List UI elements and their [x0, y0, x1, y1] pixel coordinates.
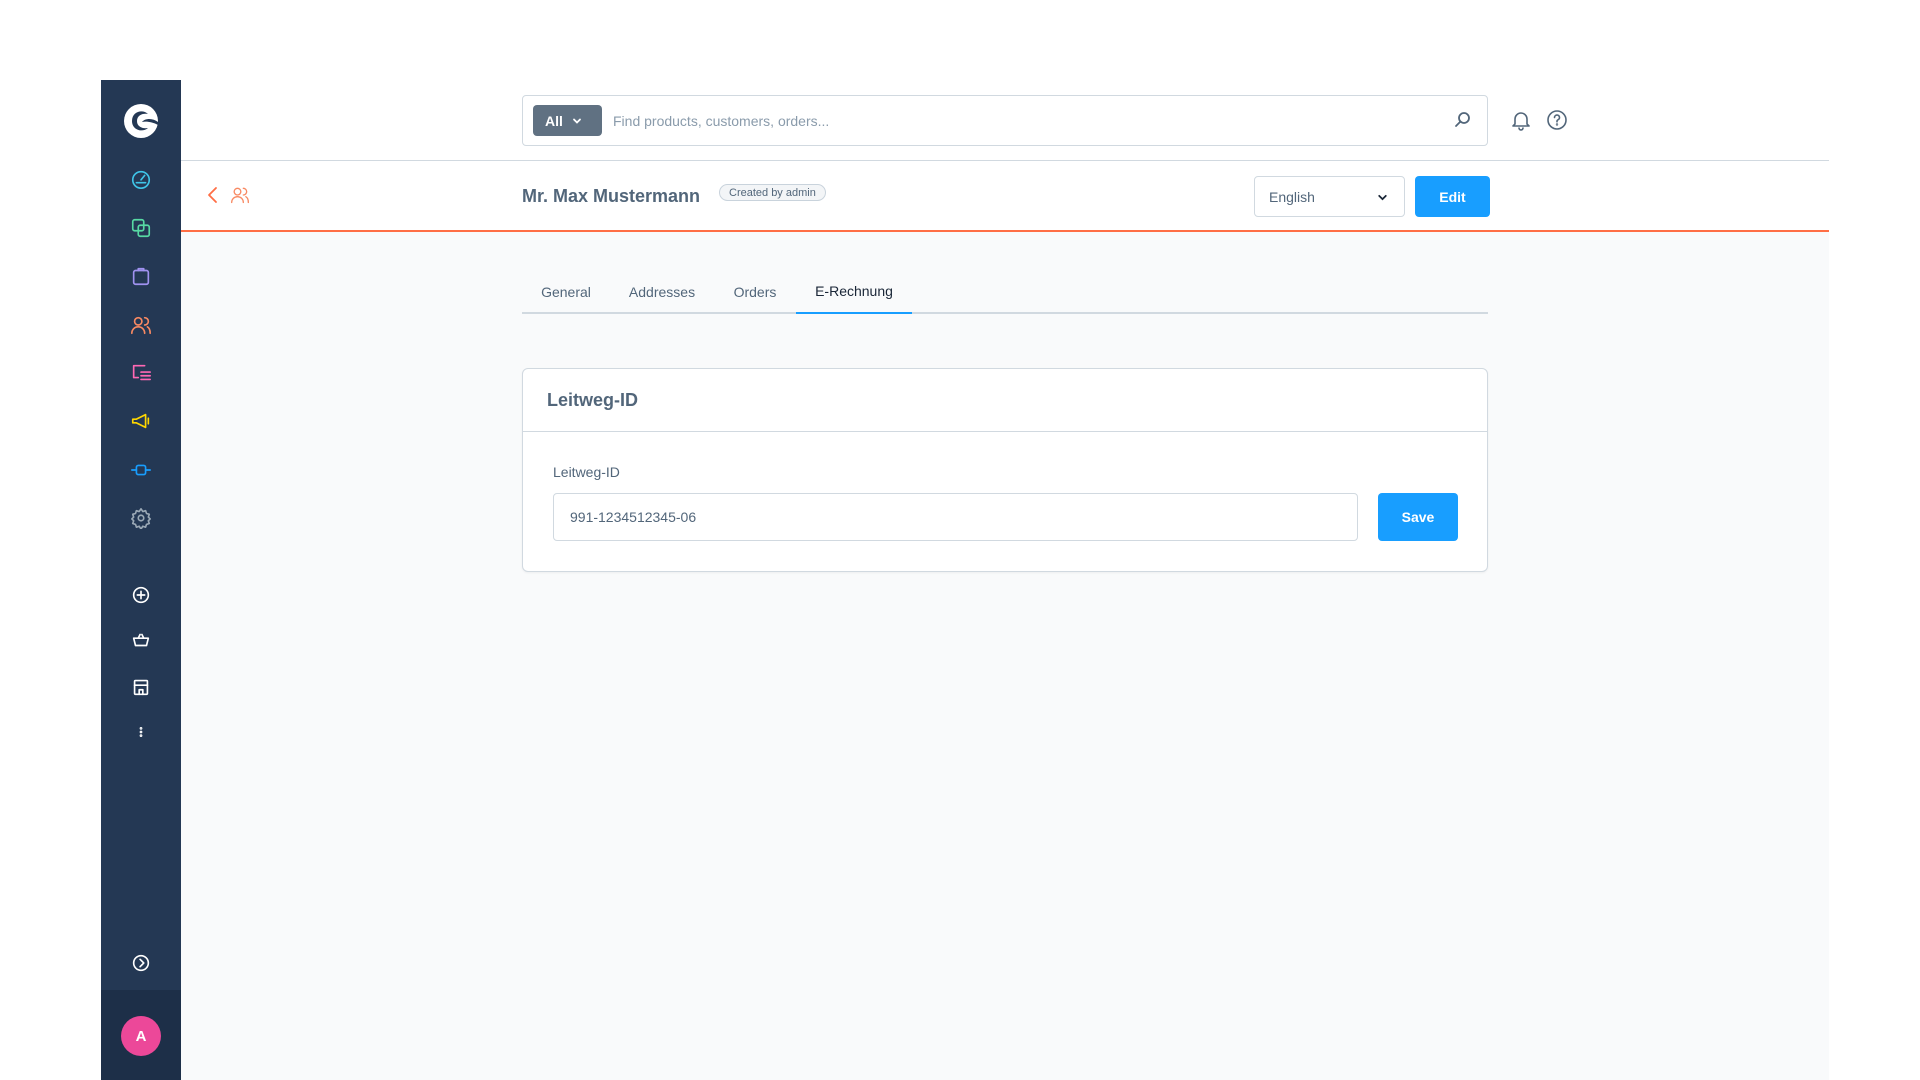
shopware-logo[interactable]: [123, 103, 159, 139]
bell-icon[interactable]: [1509, 108, 1533, 132]
user-menu[interactable]: A: [101, 990, 181, 1080]
tab-e-rechnung[interactable]: E-Rechnung: [796, 270, 912, 314]
leitweg-id-label: Leitweg-ID: [553, 464, 620, 480]
avatar[interactable]: A: [121, 1016, 161, 1056]
chevron-down-icon: [572, 118, 581, 124]
leitweg-id-card: Leitweg-ID Leitweg-ID Save: [522, 368, 1488, 572]
basket-icon[interactable]: [126, 625, 156, 655]
created-by-badge: Created by admin: [719, 184, 826, 201]
more-vertical-icon[interactable]: [126, 717, 156, 747]
store-icon[interactable]: [126, 672, 156, 702]
customer-tabs: General Addresses Orders E-Rechnung: [522, 270, 1488, 314]
search-input[interactable]: [613, 96, 1413, 145]
content-icon[interactable]: [126, 358, 156, 388]
megaphone-icon[interactable]: [126, 406, 156, 436]
gear-icon[interactable]: [126, 503, 156, 533]
page-title: Mr. Max Mustermann: [522, 186, 701, 206]
edit-button[interactable]: Edit: [1415, 176, 1490, 217]
search-type-label: All: [545, 112, 563, 129]
top-bar: All: [181, 80, 1829, 161]
admin-app: A All Mr. Max Mustermann Created by admi…: [101, 80, 1829, 1080]
tab-addresses[interactable]: Addresses: [610, 270, 714, 314]
tab-orders[interactable]: Orders: [714, 270, 796, 314]
search-icon[interactable]: [1453, 110, 1473, 130]
shopping-bag-icon[interactable]: [126, 261, 156, 291]
chevron-down-icon: [1378, 194, 1387, 201]
save-button[interactable]: Save: [1378, 493, 1458, 541]
catalogues-icon[interactable]: [126, 213, 156, 243]
plus-circle-icon[interactable]: [126, 580, 156, 610]
tab-general[interactable]: General: [522, 270, 610, 314]
language-switch[interactable]: English: [1254, 176, 1405, 217]
language-label: English: [1269, 188, 1315, 205]
users-icon[interactable]: [126, 310, 156, 340]
plug-icon[interactable]: [126, 455, 156, 485]
help-circle-icon[interactable]: [1545, 108, 1569, 132]
back-arrow-icon[interactable]: [203, 185, 223, 205]
leitweg-id-input[interactable]: [553, 493, 1358, 541]
global-search: All: [522, 95, 1488, 146]
sidebar: A: [101, 80, 181, 1080]
smart-bar: Mr. Max Mustermann Created by admin Engl…: [181, 161, 1829, 232]
dashboard-icon[interactable]: [126, 164, 156, 194]
customers-module-icon: [231, 187, 249, 204]
chevron-right-circle-icon[interactable]: [126, 948, 156, 978]
card-title: Leitweg-ID: [523, 369, 1487, 432]
search-type-dropdown[interactable]: All: [533, 105, 602, 136]
